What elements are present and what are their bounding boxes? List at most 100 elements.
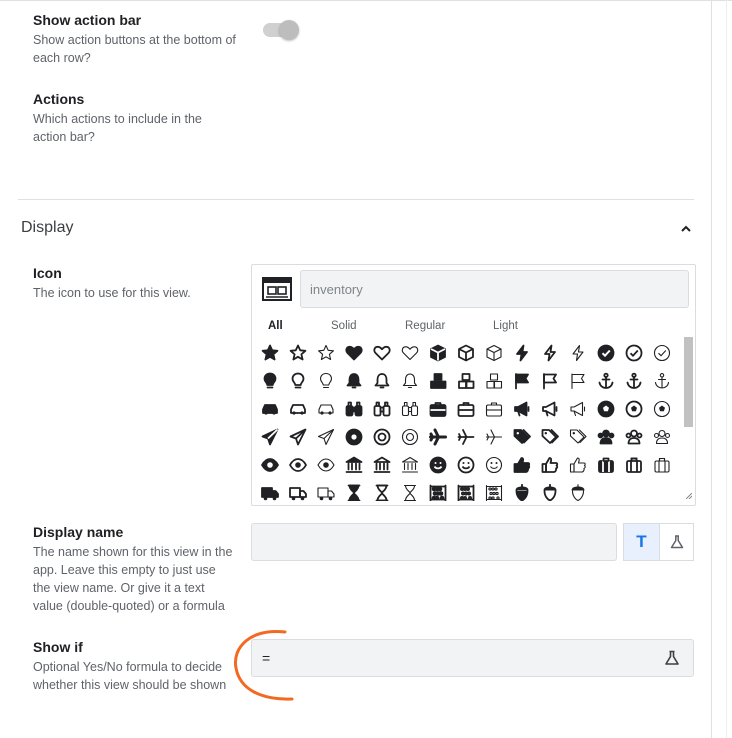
icon-option-hourglass-light[interactable] [396,479,424,501]
icon-option-futbol-solid[interactable] [592,395,620,423]
icon-option-lightbulb-solid[interactable] [256,367,284,395]
icon-option-eye-light[interactable] [312,451,340,479]
icon-option-eye-solid[interactable] [256,451,284,479]
icon-option-anchor-light[interactable] [648,367,676,395]
icon-option-users-solid[interactable] [592,423,620,451]
show-if-input[interactable] [252,640,693,676]
icon-option-suitcase-solid[interactable] [592,451,620,479]
icon-option-cube-solid[interactable] [424,339,452,367]
icon-option-megaphone-solid[interactable] [508,395,536,423]
icon-option-bolt-light[interactable] [564,339,592,367]
icon-option-flag-light[interactable] [564,367,592,395]
icon-option-acorn-solid[interactable] [508,479,536,501]
icon-option-megaphone-light[interactable] [564,395,592,423]
icon-option-smile-light[interactable] [480,451,508,479]
tab-regular[interactable]: Regular [405,320,445,332]
icon-option-tags-solid[interactable] [508,423,536,451]
icon-option-users-regular[interactable] [620,423,648,451]
icon-option-cube-regular[interactable] [452,339,480,367]
icon-option-lightbulb-light[interactable] [312,367,340,395]
resize-handle-icon[interactable] [686,493,692,499]
icon-option-truck-solid[interactable] [256,479,284,501]
icon-option-flag-solid[interactable] [508,367,536,395]
icon-option-check-circle-light[interactable] [648,339,676,367]
icon-option-binoculars-light[interactable] [396,395,424,423]
icon-option-life-ring-regular[interactable] [368,423,396,451]
icon-option-eye-regular[interactable] [284,451,312,479]
icon-option-life-ring-solid[interactable] [340,423,368,451]
icon-option-star-light[interactable] [312,339,340,367]
icon-option-paper-plane-solid[interactable] [256,423,284,451]
icon-option-bell-solid[interactable] [340,367,368,395]
icon-option-truck-light[interactable] [312,479,340,501]
icon-option-plane-regular[interactable] [452,423,480,451]
icon-option-thumbs-up-light[interactable] [564,451,592,479]
icon-option-briefcase-solid[interactable] [424,395,452,423]
icon-option-car-solid[interactable] [256,395,284,423]
toggle-knob[interactable] [279,20,299,40]
icon-option-heart-solid[interactable] [340,339,368,367]
icon-option-paper-plane-light[interactable] [312,423,340,451]
icon-option-futbol-regular[interactable] [620,395,648,423]
icon-option-cubes-light[interactable] [480,367,508,395]
icon-option-users-light[interactable] [648,423,676,451]
icon-option-tags-light[interactable] [564,423,592,451]
icon-option-anchor-regular[interactable] [620,367,648,395]
icon-option-smile-regular[interactable] [452,451,480,479]
chevron-up-icon[interactable] [677,222,695,236]
icon-option-hourglass-solid[interactable] [340,479,368,501]
icon-option-futbol-light[interactable] [648,395,676,423]
icon-grid-scrollbar[interactable] [684,337,693,427]
icon-option-smile-solid[interactable] [424,451,452,479]
display-name-input[interactable] [252,524,616,560]
icon-option-check-circle-solid[interactable] [592,339,620,367]
icon-option-binoculars-regular[interactable] [368,395,396,423]
icon-option-anchor-solid[interactable] [592,367,620,395]
icon-option-university-solid[interactable] [340,451,368,479]
icon-search-field[interactable] [300,270,689,308]
icon-option-truck-regular[interactable] [284,479,312,501]
show-if-field[interactable] [251,639,694,677]
icon-option-heart-regular[interactable] [368,339,396,367]
display-section-title[interactable]: Display [21,219,73,237]
icon-option-star-solid[interactable] [256,339,284,367]
icon-option-binoculars-solid[interactable] [340,395,368,423]
icon-option-thumbs-up-regular[interactable] [536,451,564,479]
icon-option-university-regular[interactable] [368,451,396,479]
text-mode-button[interactable]: T [623,523,659,561]
icon-option-car-light[interactable] [312,395,340,423]
tab-solid[interactable]: Solid [331,320,357,332]
icon-option-life-ring-light[interactable] [396,423,424,451]
icon-option-bell-light[interactable] [396,367,424,395]
icon-option-megaphone-regular[interactable] [536,395,564,423]
formula-mode-button[interactable] [659,523,694,561]
icon-option-suitcase-light[interactable] [648,451,676,479]
icon-option-briefcase-regular[interactable] [452,395,480,423]
icon-option-plane-solid[interactable] [424,423,452,451]
icon-option-heart-light[interactable] [396,339,424,367]
icon-option-abacus-regular[interactable] [452,479,480,501]
icon-option-acorn-regular[interactable] [536,479,564,501]
icon-option-abacus-light[interactable] [480,479,508,501]
icon-option-tags-regular[interactable] [536,423,564,451]
icon-option-acorn-light[interactable] [564,479,592,501]
tab-all[interactable]: All [268,320,283,332]
icon-option-bell-regular[interactable] [368,367,396,395]
icon-option-plane-light[interactable] [480,423,508,451]
icon-option-flag-regular[interactable] [536,367,564,395]
icon-option-cubes-regular[interactable] [452,367,480,395]
icon-option-cubes-solid[interactable] [424,367,452,395]
icon-option-paper-plane-regular[interactable] [284,423,312,451]
icon-option-cube-light[interactable] [480,339,508,367]
icon-option-thumbs-up-solid[interactable] [508,451,536,479]
icon-option-lightbulb-regular[interactable] [284,367,312,395]
display-name-field[interactable] [251,523,617,561]
icon-option-abacus-solid[interactable] [424,479,452,501]
icon-option-university-light[interactable] [396,451,424,479]
icon-option-check-circle-regular[interactable] [620,339,648,367]
icon-option-bolt-solid[interactable] [508,339,536,367]
icon-option-suitcase-regular[interactable] [620,451,648,479]
tab-light[interactable]: Light [493,320,518,332]
icon-option-briefcase-light[interactable] [480,395,508,423]
icon-option-car-regular[interactable] [284,395,312,423]
